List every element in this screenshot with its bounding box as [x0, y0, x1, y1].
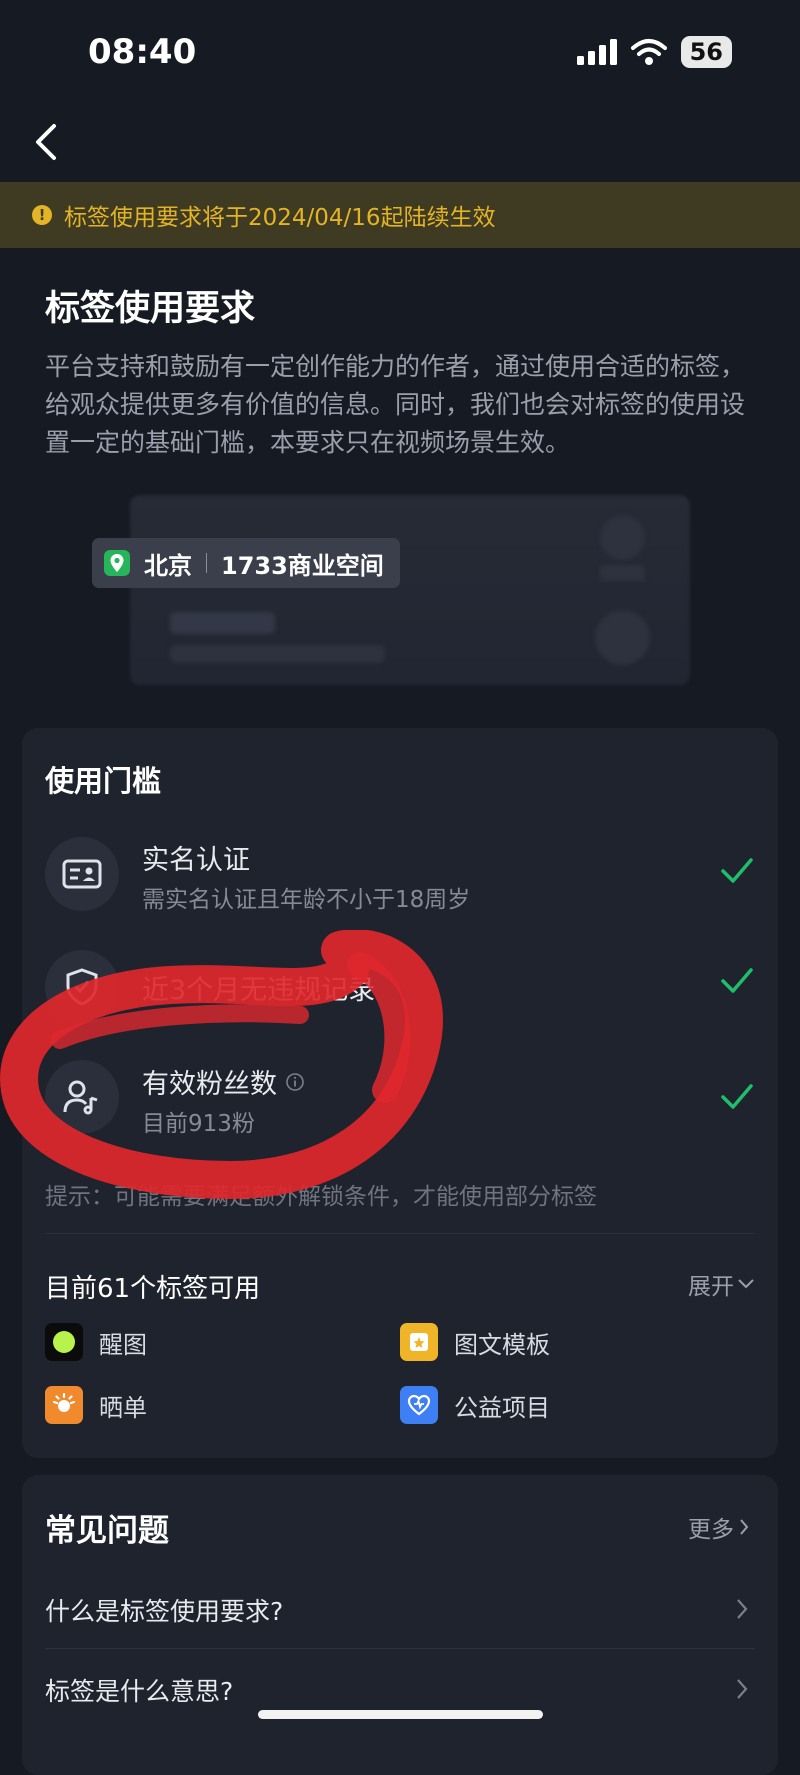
back-button[interactable] — [28, 118, 68, 166]
preview-placeholder — [170, 612, 275, 634]
battery-icon: 56 — [680, 36, 732, 68]
expand-label: 展开 — [688, 1274, 734, 1300]
notice-banner: ! 标签使用要求将于2024/04/16起陆续生效 — [0, 182, 800, 248]
requirement-name-row: 有效粉丝数 — [142, 1062, 305, 1101]
divider — [45, 1648, 755, 1649]
chevron-right-icon[interactable] — [735, 1597, 749, 1621]
template-icon — [400, 1323, 438, 1361]
info-icon[interactable] — [285, 1072, 305, 1092]
tag-item[interactable]: 醒图 — [45, 1323, 147, 1361]
requirement-name: 实名认证 — [142, 845, 250, 876]
preview-placeholder — [600, 515, 645, 560]
tag-label: 晒单 — [99, 1393, 147, 1422]
preview-placeholder — [170, 645, 385, 663]
divider — [206, 553, 207, 573]
status-time: 08:40 — [88, 32, 197, 72]
home-indicator[interactable] — [258, 1710, 543, 1719]
xingtu-icon — [45, 1323, 83, 1361]
warning-icon: ! — [32, 205, 52, 225]
id-card-icon — [45, 837, 119, 911]
chevron-right-icon — [740, 1519, 749, 1535]
available-tags-title: 目前61个标签可用 — [45, 1274, 261, 1304]
threshold-hint: 提示：可能需要满足额外解锁条件，才能使用部分标签 — [45, 1184, 597, 1210]
requirement-sub: 需实名认证且年龄不小于18周岁 — [142, 887, 471, 913]
check-icon — [721, 968, 753, 993]
check-icon — [721, 858, 753, 883]
expand-button[interactable]: 展开 — [688, 1267, 756, 1301]
page-description: 平台支持和鼓励有一定创作能力的作者，通过使用合适的标签，给观众提供更多有价值的信… — [45, 352, 746, 457]
tag-item[interactable]: 图文模板 — [400, 1323, 550, 1361]
threshold-title: 使用门槛 — [45, 764, 162, 798]
notice-text: 标签使用要求将于2024/04/16起陆续生效 — [64, 205, 496, 231]
chevron-right-icon[interactable] — [735, 1677, 749, 1701]
faq-question[interactable]: 标签是什么意思? — [45, 1672, 233, 1708]
location-tag-chip: 北京 1733商业空间 — [92, 538, 400, 588]
shield-icon — [45, 950, 119, 1024]
location-pin-icon — [104, 550, 130, 576]
fans-icon — [45, 1060, 119, 1134]
divider — [45, 1233, 755, 1234]
location-city: 北京 — [144, 551, 192, 580]
preview-placeholder — [600, 565, 645, 581]
signal-icon — [576, 39, 617, 65]
chevron-left-icon — [36, 124, 56, 160]
faq-more-button[interactable]: 更多 — [688, 1510, 750, 1544]
faq-question[interactable]: 什么是标签使用要求? — [45, 1592, 283, 1628]
charity-icon — [400, 1386, 438, 1424]
requirement-name: 近3个月无违规记录 — [142, 975, 376, 1006]
tag-label: 公益项目 — [454, 1393, 550, 1422]
preview-placeholder — [595, 610, 650, 665]
location-place: 1733商业空间 — [221, 551, 384, 580]
chevron-down-icon — [738, 1279, 754, 1289]
status-icons: 56 — [576, 36, 732, 68]
sun-icon — [45, 1386, 83, 1424]
more-label: 更多 — [688, 1517, 734, 1543]
requirement-sub: 目前913粉 — [142, 1111, 255, 1137]
page-title: 标签使用要求 — [45, 289, 256, 329]
tag-label: 图文模板 — [454, 1330, 550, 1359]
check-icon — [721, 1084, 753, 1109]
faq-title: 常见问题 — [45, 1513, 169, 1549]
tag-item[interactable]: 公益项目 — [400, 1386, 550, 1424]
tag-label: 醒图 — [99, 1330, 147, 1359]
requirement-name: 有效粉丝数 — [142, 1069, 277, 1100]
tag-item[interactable]: 晒单 — [45, 1386, 147, 1424]
wifi-icon — [630, 39, 667, 65]
